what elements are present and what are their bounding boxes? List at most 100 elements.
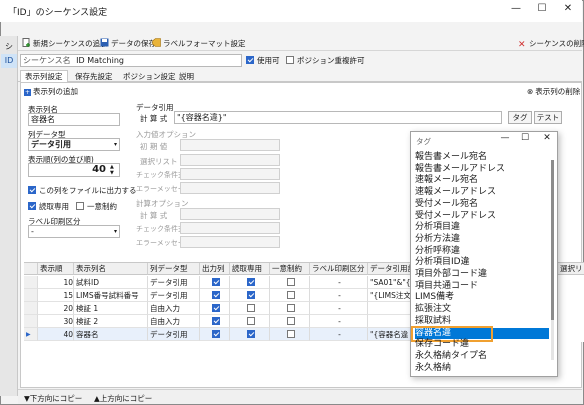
row-print[interactable]: - [310,302,368,315]
add-column-button[interactable]: + 表示列の追加 [24,86,78,97]
tag-list-item[interactable]: 項目外部コード違 [415,269,549,280]
row-output-checkbox[interactable] [211,330,220,338]
popup-maximize-button[interactable]: ☐ [517,133,533,147]
row-output-cell[interactable] [200,315,230,328]
grid-header-unique[interactable]: 一意制約 [270,263,310,275]
tag-list-item[interactable]: 分析方法違 [415,234,549,245]
row-header[interactable] [24,315,38,328]
row-output-checkbox[interactable] [211,317,220,325]
row-output-checkbox[interactable] [211,291,220,299]
grid-header-readonly[interactable]: 読取専用 [230,263,270,275]
row-readonly-checkbox[interactable] [246,278,255,286]
unique-checkbox[interactable] [76,202,84,210]
row-order[interactable]: 15 [38,289,74,302]
row-readonly-cell[interactable] [230,302,270,315]
tag-list-item[interactable]: 分析項目ID違 [415,257,549,268]
row-header[interactable] [24,289,38,302]
tag-list-item[interactable]: 項目共通コード [415,281,549,292]
row-name[interactable]: 容器名 [74,328,148,341]
row-output-cell[interactable] [200,328,230,341]
grid-header-print[interactable]: ラベル印刷区分 [310,263,368,275]
row-unique-cell[interactable] [270,302,310,315]
tag-list-item[interactable]: 報告書メールアドレス [415,164,549,175]
popup-close-button[interactable]: ✕ [539,133,555,147]
row-readonly-cell[interactable] [230,315,270,328]
row-header[interactable] [24,276,38,289]
row-type[interactable]: データ引用 [148,328,200,341]
tag-list-item[interactable]: 速報メールアドレス [415,187,549,198]
left-tab-1[interactable]: ID [1,54,17,68]
maximize-button[interactable]: ☐ [534,3,550,17]
label-format-button[interactable]: ラベルフォーマット設定 [152,38,246,50]
row-name[interactable]: 試料ID [74,276,148,289]
row-type[interactable]: 自由入力 [148,302,200,315]
position-dup-checkbox[interactable] [286,56,294,64]
row-unique-checkbox[interactable] [286,278,295,286]
left-tab-0[interactable]: シ [1,40,17,54]
row-name[interactable]: LIMS番号試料番号 [74,289,148,302]
formula-input[interactable]: "{容器名違}" [174,111,502,124]
delete-column-button[interactable]: ⊗ 表示列の削除 [527,86,580,97]
grid-header-order[interactable]: 表示順 [38,263,74,275]
row-selected-indicator[interactable]: ▶ [24,328,38,341]
readonly-checkbox[interactable] [28,202,36,210]
copy-up-button[interactable]: ▲上方向にコピー [94,393,152,404]
tab-columns[interactable]: 表示列設定 [20,70,68,82]
row-readonly-checkbox[interactable] [246,317,255,325]
row-order[interactable]: 40 [38,328,74,341]
column-type-select[interactable]: データ引用 ▾ [28,138,120,151]
tag-list-item[interactable]: 受付メールアドレス [415,211,549,222]
row-unique-cell[interactable] [270,315,310,328]
row-readonly-cell[interactable] [230,328,270,341]
row-order[interactable]: 10 [38,276,74,289]
output-file-checkbox[interactable] [28,186,36,194]
row-output-checkbox[interactable] [211,278,220,286]
spinner-arrows-icon[interactable]: ▲ ▼ [110,164,114,176]
row-output-cell[interactable] [200,302,230,315]
row-output-cell[interactable] [200,276,230,289]
sequence-name-field[interactable]: シーケンス名 ID Matching [20,54,242,67]
print-select[interactable]: - ▾ [28,225,120,238]
tag-list-item[interactable]: 分析呼称違 [415,246,549,257]
row-unique-checkbox[interactable] [286,304,295,312]
tag-list-item[interactable]: 保存コード違 [415,339,549,350]
row-unique-checkbox[interactable] [286,291,295,299]
row-unique-checkbox[interactable] [286,330,295,338]
tag-button[interactable]: タグ [508,111,532,124]
row-unique-checkbox[interactable] [286,317,295,325]
row-readonly-checkbox[interactable] [246,291,255,299]
row-name[interactable]: 検証 2 [74,315,148,328]
row-name[interactable]: 検証 1 [74,302,148,315]
grid-header-type[interactable]: 列データ型 [148,263,200,275]
save-data-button[interactable]: データの保存 [100,38,156,50]
row-type[interactable]: 自由入力 [148,315,200,328]
tab-description[interactable]: 説明 [174,70,199,82]
row-order[interactable]: 20 [38,302,74,315]
tag-list-item[interactable]: 報告書メール宛名 [415,152,549,163]
row-print[interactable]: - [310,289,368,302]
tag-list-item[interactable]: 速報メール宛名 [415,175,549,186]
row-readonly-cell[interactable] [230,289,270,302]
popup-minimize-button[interactable]: — [497,133,513,147]
row-unique-cell[interactable] [270,328,310,341]
row-unique-cell[interactable] [270,276,310,289]
row-type[interactable]: データ引用 [148,289,200,302]
row-readonly-checkbox[interactable] [246,304,255,312]
row-output-cell[interactable] [200,289,230,302]
column-name-input[interactable]: 容器名 [28,113,120,126]
tag-list-item[interactable]: 永久格納 [415,363,549,374]
column-order-input[interactable]: 40 [28,163,120,177]
row-header[interactable] [24,302,38,315]
grid-header-output[interactable]: 出力列 [200,263,230,275]
row-readonly-checkbox[interactable] [246,330,255,338]
row-unique-cell[interactable] [270,289,310,302]
tag-list-item[interactable]: 拡張注文 [415,304,549,315]
row-print[interactable]: - [310,328,368,341]
close-button[interactable]: ✕ [560,3,576,17]
grid-header-extra[interactable]: 選択リ [558,263,584,275]
popup-scrollbar[interactable] [551,160,554,360]
enabled-checkbox[interactable] [246,56,254,64]
tab-save-destination[interactable]: 保存先設定 [70,70,118,82]
tab-position[interactable]: ポジション設定 [118,70,181,82]
minimize-button[interactable]: — [508,3,524,17]
